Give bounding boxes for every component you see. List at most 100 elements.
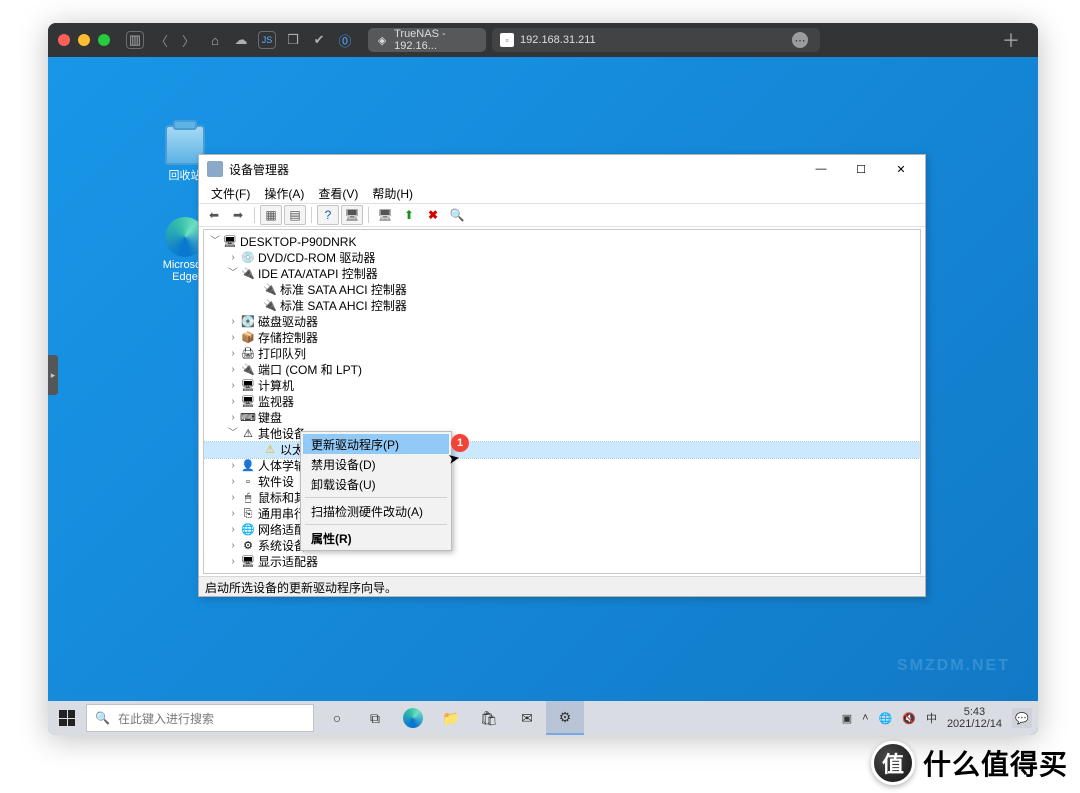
ahci2-node[interactable]: 标准 SATA AHCI 控制器 xyxy=(280,298,407,314)
windows-logo-icon xyxy=(59,710,75,726)
cube-icon[interactable]: ❒ xyxy=(284,31,302,49)
properties-button[interactable]: ▤ xyxy=(284,205,306,225)
mac-browser-window: ▥ 〈 〉 ⌂ ☁ JS ❒ ✔ ⓪ ◈ TrueNAS - 192.16...… xyxy=(48,23,1038,735)
display-icon: 🖥 xyxy=(240,555,256,569)
tab-menu-icon[interactable]: ⋯ xyxy=(792,32,808,48)
maximize-button[interactable]: ☐ xyxy=(841,157,881,181)
cloud-icon[interactable]: ☁ xyxy=(232,31,250,49)
onepass-icon[interactable]: ⓪ xyxy=(336,31,354,49)
forward-icon[interactable]: 〉 xyxy=(179,31,198,50)
taskbar-search[interactable]: 🔍 在此键入进行搜索 xyxy=(86,704,314,732)
smzdm-logo-icon: 值 xyxy=(871,741,915,785)
clock-date: 2021/12/14 xyxy=(947,718,1002,730)
disk-node[interactable]: 磁盘驱动器 xyxy=(258,314,318,330)
usb-icon: ⎘ xyxy=(240,507,256,521)
scan-button[interactable]: 🖥 xyxy=(341,205,363,225)
close-button[interactable]: ✕ xyxy=(881,157,921,181)
tray-overflow-icon[interactable]: ▣ xyxy=(842,712,852,725)
menu-update-driver[interactable]: 更新驱动程序(P) 1 xyxy=(303,434,449,454)
tray-up-icon[interactable]: ˄ xyxy=(862,712,868,724)
start-button[interactable] xyxy=(48,701,86,735)
menu-properties[interactable]: 属性(R) xyxy=(303,528,449,548)
titlebar[interactable]: 设备管理器 — ☐ ✕ xyxy=(199,155,925,183)
ime-indicator[interactable]: 中 xyxy=(926,710,937,726)
ports-node[interactable]: 端口 (COM 和 LPT) xyxy=(258,362,362,378)
store-icon[interactable]: 🛍 xyxy=(470,701,508,735)
storage-node[interactable]: 存储控制器 xyxy=(258,330,318,346)
menu-action[interactable]: 操作(A) xyxy=(258,184,310,203)
network-icon[interactable]: 🌐 xyxy=(879,712,893,725)
tab-label: TrueNAS - 192.16... xyxy=(394,28,478,52)
monitor-node[interactable]: 监视器 xyxy=(258,394,294,410)
mac-toolbar: ▥ 〈 〉 ⌂ ☁ JS ❒ ✔ ⓪ ◈ TrueNAS - 192.16...… xyxy=(48,23,1038,57)
clock[interactable]: 5:43 2021/12/14 xyxy=(947,706,1002,730)
display-node[interactable]: 显示适配器 xyxy=(258,554,318,570)
notification-icon[interactable]: 💬 xyxy=(1012,708,1032,728)
volume-icon[interactable]: 🔇 xyxy=(902,712,916,725)
hid-node[interactable]: 人体学输 xyxy=(258,458,306,474)
menu-help[interactable]: 帮助(H) xyxy=(366,184,419,203)
dvd-icon: 💿 xyxy=(240,251,256,265)
scan-hw-button[interactable]: 🔍 xyxy=(446,205,468,225)
menu-disable-device[interactable]: 禁用设备(D) xyxy=(303,454,449,474)
new-tab-icon[interactable]: ＋ xyxy=(1002,27,1020,53)
js-icon[interactable]: JS xyxy=(258,31,276,49)
taskbar: 🔍 在此键入进行搜索 ○ ⧉ 📁 🛍 ✉ ⚙ ▣ ˄ 🌐 🔇 中 5:43 xyxy=(48,701,1038,735)
check-icon[interactable]: ✔ xyxy=(310,31,328,49)
computer-node[interactable]: 计算机 xyxy=(258,378,294,394)
watermark-faint: SMZDM.NET xyxy=(897,657,1010,675)
menu-file[interactable]: 文件(F) xyxy=(205,184,256,203)
status-bar: 启动所选设备的更新驱动程序向导。 xyxy=(199,576,925,596)
ahci1-node[interactable]: 标准 SATA AHCI 控制器 xyxy=(280,282,407,298)
mouse-icon: 🖱 xyxy=(240,491,256,505)
usb-node[interactable]: 通用串行 xyxy=(258,506,306,522)
search-icon: 🔍 xyxy=(95,711,110,725)
menu-scan-hardware[interactable]: 扫描检测硬件改动(A) xyxy=(303,501,449,521)
soft-node[interactable]: 软件设 xyxy=(258,474,294,490)
uninstall-button[interactable]: ✖ xyxy=(422,205,444,225)
root-node[interactable]: DESKTOP-P90DNRK xyxy=(240,234,356,250)
mouse-node[interactable]: 鼠标和其 xyxy=(258,490,306,506)
devmgr-taskbar-icon[interactable]: ⚙ xyxy=(546,701,584,735)
toolbar: ⬅ ➡ ▦ ▤ ? 🖥 🖥 ⬆ ✖ 🔍 xyxy=(199,203,925,227)
menu-uninstall-device[interactable]: 卸载设备(U) xyxy=(303,474,449,494)
context-menu: 更新驱动程序(P) 1 禁用设备(D) 卸载设备(U) 扫描检测硬件改动(A) … xyxy=(300,431,452,551)
forward-button[interactable]: ➡ xyxy=(227,205,249,225)
mail-icon[interactable]: ✉ xyxy=(508,701,546,735)
menu-view[interactable]: 查看(V) xyxy=(312,184,364,203)
net-node[interactable]: 网络适配 xyxy=(258,522,306,538)
back-icon[interactable]: 〈 xyxy=(152,31,171,50)
print-node[interactable]: 打印队列 xyxy=(258,346,306,362)
explorer-icon[interactable]: 📁 xyxy=(432,701,470,735)
sysdev-node[interactable]: 系统设备 xyxy=(258,538,306,554)
hid-icon: 👤 xyxy=(240,459,256,473)
traffic-lights xyxy=(58,34,110,46)
update-driver-button[interactable]: 🖥 xyxy=(374,205,396,225)
dvd-node[interactable]: DVD/CD-ROM 驱动器 xyxy=(258,250,375,266)
back-button[interactable]: ⬅ xyxy=(203,205,225,225)
warning-icon: ⚠ xyxy=(262,443,278,457)
show-hide-button[interactable]: ▦ xyxy=(260,205,282,225)
window-title: 设备管理器 xyxy=(229,161,289,178)
net-icon: 🌐 xyxy=(240,523,256,537)
enable-button[interactable]: ⬆ xyxy=(398,205,420,225)
task-view-icon[interactable]: ⧉ xyxy=(356,701,394,735)
other-node[interactable]: 其他设备 xyxy=(258,426,306,442)
disk-icon: 💽 xyxy=(240,315,256,329)
tab-ip[interactable]: ▫ 192.168.31.211 ⋯ xyxy=(492,28,820,52)
cortana-icon[interactable]: ○ xyxy=(318,701,356,735)
storage-icon: 📦 xyxy=(240,331,256,345)
keyboard-node[interactable]: 键盘 xyxy=(258,410,282,426)
side-handle[interactable]: ▸ xyxy=(48,355,58,395)
minimize-icon[interactable] xyxy=(78,34,90,46)
sidebar-icon[interactable]: ▥ xyxy=(126,31,144,49)
ide-node[interactable]: IDE ATA/ATAPI 控制器 xyxy=(258,266,378,282)
home-icon[interactable]: ⌂ xyxy=(206,31,224,49)
help-button[interactable]: ? xyxy=(317,205,339,225)
printer-icon: 🖨 xyxy=(240,347,256,361)
edge-taskbar-icon[interactable] xyxy=(394,701,432,735)
close-icon[interactable] xyxy=(58,34,70,46)
tab-truenas[interactable]: ◈ TrueNAS - 192.16... xyxy=(368,28,486,52)
maximize-icon[interactable] xyxy=(98,34,110,46)
minimize-button[interactable]: — xyxy=(801,157,841,181)
